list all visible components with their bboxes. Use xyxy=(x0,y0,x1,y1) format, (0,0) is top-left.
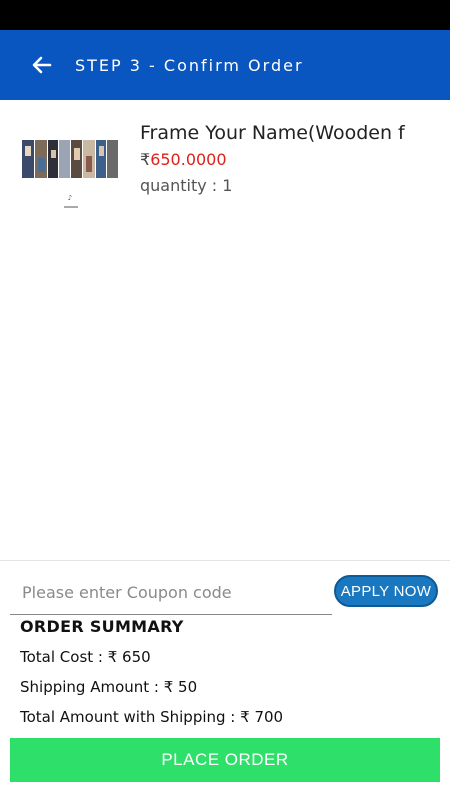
product-thumbnail: ♪ xyxy=(20,126,120,216)
svg-text:♪: ♪ xyxy=(68,194,72,202)
total-cost: Total Cost : ₹ 650 xyxy=(20,648,151,666)
price-amount: 650.0000 xyxy=(150,150,227,169)
arrow-left-icon xyxy=(32,56,52,74)
apply-coupon-button[interactable]: APPLY NOW xyxy=(334,575,438,607)
currency-symbol: ₹ xyxy=(140,150,151,169)
product-name: Frame Your Name(Wooden f xyxy=(140,122,405,144)
checkout-panel: APPLY NOW ORDER SUMMARY Total Cost : ₹ 6… xyxy=(0,560,450,800)
app-bar: STEP 3 - Confirm Order xyxy=(0,30,450,100)
page-title: STEP 3 - Confirm Order xyxy=(75,55,304,75)
back-button[interactable] xyxy=(22,45,62,85)
status-bar xyxy=(0,0,450,30)
total-with-shipping: Total Amount with Shipping : ₹ 700 xyxy=(20,708,284,726)
product-quantity: quantity : 1 xyxy=(140,176,233,195)
coupon-input[interactable] xyxy=(10,571,332,615)
place-order-button[interactable]: PLACE ORDER xyxy=(10,738,440,782)
product-price: ₹650.0000 xyxy=(140,150,227,169)
cart-item: ♪ Frame Your Name(Wooden f ₹650.0000 qua… xyxy=(0,118,450,218)
shipping-amount: Shipping Amount : ₹ 50 xyxy=(20,678,198,696)
order-summary-title: ORDER SUMMARY xyxy=(20,617,184,636)
